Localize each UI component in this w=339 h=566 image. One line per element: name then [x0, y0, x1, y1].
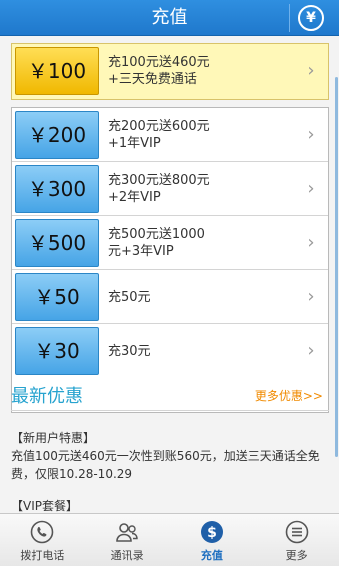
option-description: 充30元 [108, 324, 308, 378]
new-user-promo: 【新用户特惠】 充值100元送460元一次性到账560元，加送三天通话全免费，仅… [11, 429, 329, 483]
recharge-option-300[interactable]: ￥300 充300元送800元 +2年VIP › [12, 162, 328, 216]
chevron-right-icon: › [307, 60, 315, 81]
tab-label: 充值 [200, 549, 223, 562]
recharge-option-list: ￥200 充200元送600元 +1年VIP › ￥300 充300元送800元… [11, 107, 329, 413]
amount-badge: ￥100 [15, 47, 99, 95]
chevron-right-icon: › [307, 232, 315, 253]
yen-circle-icon[interactable]: ¥ [298, 5, 324, 31]
amount-badge: ￥300 [15, 165, 99, 213]
recharge-content[interactable]: ￥100 充100元送460元 +三天免费通话 › ￥200 充200元送600… [0, 37, 339, 513]
tab-dial[interactable]: 拨打电话 [0, 514, 85, 566]
header-divider [289, 4, 290, 32]
option-line1: 充300元送800元 [108, 173, 210, 188]
promo-divider [11, 410, 329, 411]
chevron-right-icon: › [307, 340, 315, 361]
amount-badge: ￥30 [15, 327, 99, 375]
tab-more[interactable]: 更多 [254, 514, 339, 566]
phone-icon [31, 520, 54, 544]
chevron-right-icon: › [307, 124, 315, 145]
scrollbar[interactable] [335, 77, 338, 457]
svg-text:$: $ [207, 525, 217, 541]
option-line2: +1年VIP [108, 136, 161, 151]
bottom-tab-bar: 拨打电话 通讯录 $ 充值 更多 [0, 513, 339, 566]
option-description: 充500元送1000 元+3年VIP [108, 216, 308, 270]
more-promos-link[interactable]: 更多优惠>> [255, 387, 323, 404]
option-line1: 充500元送1000 [108, 227, 205, 242]
app-header: 充值 ¥ [0, 0, 339, 36]
tab-label: 拨打电话 [20, 549, 65, 562]
chevron-right-icon: › [307, 178, 315, 199]
contacts-icon [116, 523, 138, 542]
dollar-icon: $ [200, 521, 223, 543]
tab-contacts[interactable]: 通讯录 [85, 514, 170, 566]
recharge-option-30[interactable]: ￥30 充30元 › [12, 324, 328, 378]
option-line1: 充100元送460元 [108, 55, 210, 70]
tab-recharge[interactable]: $ 充值 [170, 514, 255, 566]
option-line2: +三天免费通话 [108, 72, 197, 87]
amount-badge: ￥50 [15, 273, 99, 321]
option-line1: 充50元 [108, 289, 151, 305]
amount-badge: ￥200 [15, 111, 99, 159]
option-description: 充50元 [108, 270, 308, 324]
recharge-option-200[interactable]: ￥200 充200元送600元 +1年VIP › [12, 108, 328, 162]
recharge-option-500[interactable]: ￥500 充500元送1000 元+3年VIP › [12, 216, 328, 270]
option-line1: 充30元 [108, 343, 151, 359]
option-description: 充100元送460元 +三天免费通话 [108, 44, 308, 98]
option-line2: +2年VIP [108, 190, 161, 205]
option-line2: 元+3年VIP [108, 244, 174, 259]
recharge-option-50[interactable]: ￥50 充50元 › [12, 270, 328, 324]
option-description: 充200元送600元 +1年VIP [108, 108, 308, 162]
amount-badge: ￥500 [15, 219, 99, 267]
tab-label: 通讯录 [110, 549, 144, 562]
option-description: 充300元送800元 +2年VIP [108, 162, 308, 216]
new-user-promo-body: 充值100元送460元一次性到账560元，加送三天通话全免费，仅限10.28-1… [11, 449, 320, 481]
promo-section-title: 最新优惠 [11, 386, 83, 407]
featured-recharge-option[interactable]: ￥100 充100元送460元 +三天免费通话 › [11, 43, 329, 100]
option-line1: 充200元送600元 [108, 119, 210, 134]
more-icon [285, 520, 308, 544]
chevron-right-icon: › [307, 286, 315, 307]
tab-label: 更多 [285, 549, 308, 562]
vip-package-head: 【VIP套餐】 [11, 499, 78, 513]
new-user-promo-head: 【新用户特惠】 [11, 431, 96, 445]
